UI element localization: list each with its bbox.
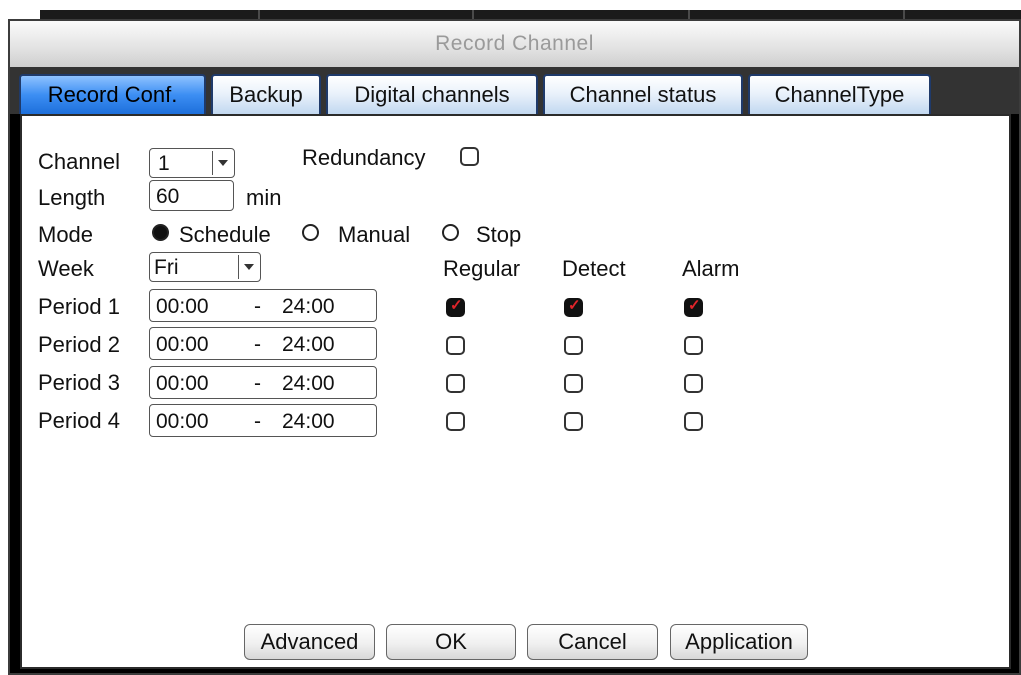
- period-2-time-range[interactable]: 00:00 - 24:00: [149, 327, 377, 360]
- application-button[interactable]: Application: [670, 624, 808, 660]
- period-4-start: 00:00: [156, 410, 209, 433]
- period-3-separator: -: [254, 372, 261, 395]
- period-3-detect-checkbox[interactable]: [564, 374, 583, 393]
- period-3-alarm-checkbox[interactable]: [684, 374, 703, 393]
- period-1-time-range[interactable]: 00:00 - 24:00: [149, 289, 377, 322]
- record-conf-panel: Channel 1 Redundancy Length 60 min Mode …: [20, 114, 1011, 669]
- period-4-alarm-checkbox[interactable]: [684, 412, 703, 431]
- period-1-regular-checkbox[interactable]: [446, 296, 465, 317]
- period-4-end: 24:00: [282, 410, 335, 433]
- advanced-button[interactable]: Advanced: [244, 624, 375, 660]
- channel-value: 1: [158, 152, 170, 175]
- mode-manual-label[interactable]: Manual: [338, 222, 410, 248]
- tab-record-conf[interactable]: Record Conf.: [19, 74, 206, 114]
- period-2-label: Period 2: [38, 332, 120, 357]
- period-2-end: 24:00: [282, 333, 335, 356]
- mode-label: Mode: [38, 222, 94, 247]
- mode-stop-radio[interactable]: [442, 224, 459, 241]
- period-3-time-range[interactable]: 00:00 - 24:00: [149, 366, 377, 399]
- week-select[interactable]: Fri: [149, 252, 261, 282]
- length-input[interactable]: 60: [149, 180, 234, 211]
- period-1-label: Period 1: [38, 294, 120, 319]
- period-2-separator: -: [254, 333, 261, 356]
- grid-divider: [688, 10, 690, 19]
- channel-label: Channel: [38, 149, 120, 174]
- period-4-regular-checkbox[interactable]: [446, 412, 465, 431]
- redundancy-label: Redundancy: [302, 145, 426, 170]
- period-2-start: 00:00: [156, 333, 209, 356]
- background-grid-bar: [40, 10, 1021, 19]
- channel-select[interactable]: 1: [149, 148, 235, 178]
- period-1-alarm-checkbox[interactable]: [684, 296, 703, 317]
- mode-schedule-radio[interactable]: [152, 224, 169, 241]
- period-3-label: Period 3: [38, 370, 120, 395]
- period-2-alarm-checkbox[interactable]: [684, 336, 703, 355]
- mode-schedule-label[interactable]: Schedule: [179, 222, 271, 248]
- period-2-regular-checkbox[interactable]: [446, 336, 465, 355]
- period-2-detect-checkbox[interactable]: [564, 336, 583, 355]
- week-label: Week: [38, 256, 94, 281]
- column-header-regular: Regular: [443, 256, 521, 281]
- length-value: 60: [156, 185, 180, 208]
- chevron-down-icon: [212, 151, 232, 175]
- tab-backup[interactable]: Backup: [211, 74, 321, 114]
- period-1-end: 24:00: [282, 295, 335, 318]
- period-1-separator: -: [254, 295, 261, 318]
- period-4-detect-checkbox[interactable]: [564, 412, 583, 431]
- period-3-start: 00:00: [156, 372, 209, 395]
- grid-divider: [472, 10, 474, 19]
- period-1-start: 00:00: [156, 295, 209, 318]
- mode-manual-radio[interactable]: [302, 224, 319, 241]
- period-3-end: 24:00: [282, 372, 335, 395]
- grid-divider: [258, 10, 260, 19]
- dialog-title: Record Channel: [10, 21, 1019, 68]
- tab-digital-channels[interactable]: Digital channels: [326, 74, 538, 114]
- period-3-regular-checkbox[interactable]: [446, 374, 465, 393]
- length-unit: min: [246, 185, 282, 210]
- cancel-button[interactable]: Cancel: [527, 624, 658, 660]
- period-4-time-range[interactable]: 00:00 - 24:00: [149, 404, 377, 437]
- tab-bar: Record Conf. Backup Digital channels Cha…: [10, 67, 1019, 114]
- column-header-detect: Detect: [562, 256, 626, 281]
- ok-button[interactable]: OK: [386, 624, 516, 660]
- chevron-down-icon: [238, 255, 258, 279]
- record-channel-dialog: Record Channel Record Conf. Backup Digit…: [8, 19, 1021, 675]
- period-4-label: Period 4: [38, 408, 120, 433]
- week-value: Fri: [154, 256, 179, 279]
- tab-channel-status[interactable]: Channel status: [543, 74, 743, 114]
- redundancy-checkbox[interactable]: [460, 147, 479, 166]
- period-1-detect-checkbox[interactable]: [564, 296, 583, 317]
- period-4-separator: -: [254, 410, 261, 433]
- mode-stop-label[interactable]: Stop: [476, 222, 521, 248]
- grid-divider: [903, 10, 905, 19]
- tab-channel-type[interactable]: ChannelType: [748, 74, 931, 114]
- length-label: Length: [38, 185, 106, 210]
- column-header-alarm: Alarm: [682, 256, 740, 281]
